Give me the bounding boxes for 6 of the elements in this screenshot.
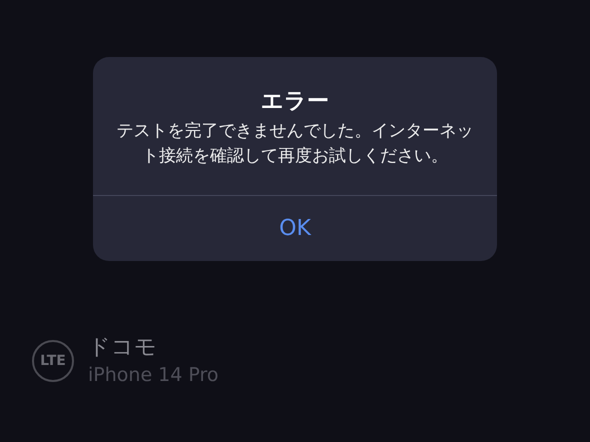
alert-message: テストを完了できませんでした。インターネット接続を確認して再度お試しください。 xyxy=(116,120,474,168)
device-name: iPhone 14 Pro xyxy=(88,363,219,388)
ok-button[interactable]: OK xyxy=(93,196,497,261)
alert-title: エラー xyxy=(261,88,329,116)
carrier-name: ドコモ xyxy=(88,334,158,362)
network-badge: LTE xyxy=(32,340,74,382)
